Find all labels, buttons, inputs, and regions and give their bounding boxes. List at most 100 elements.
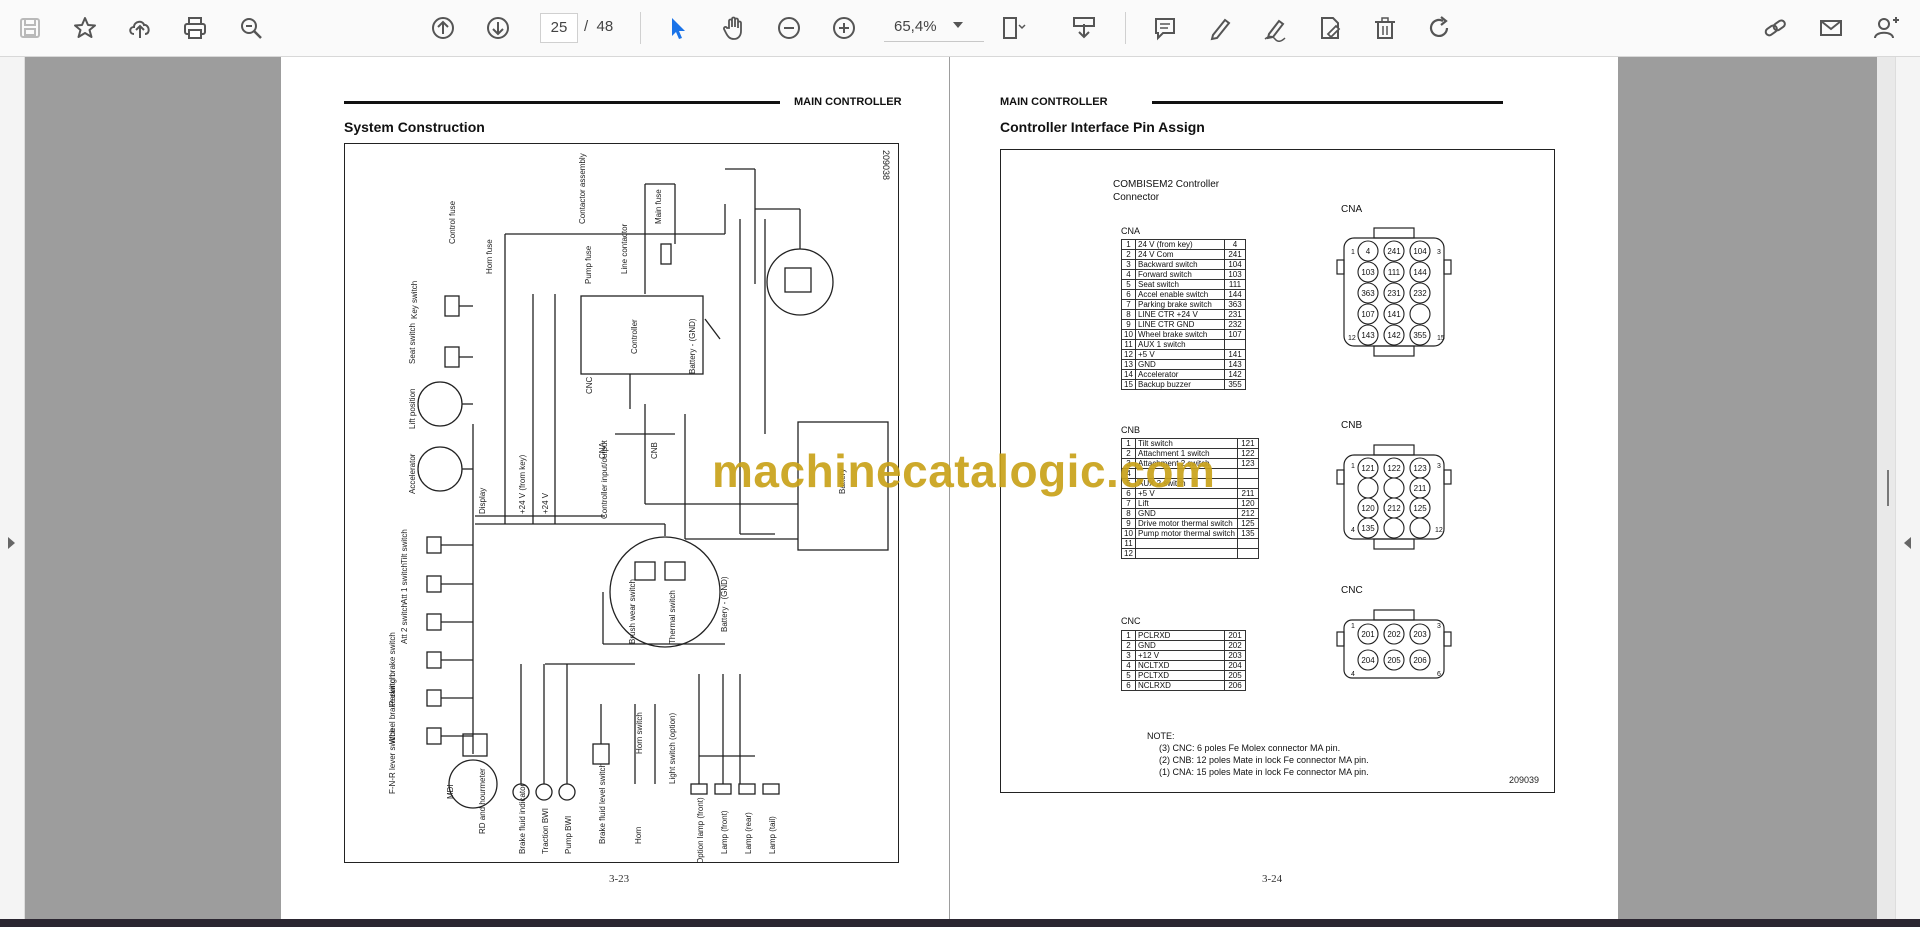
- download-tray-icon[interactable]: [1066, 10, 1102, 46]
- connector-corner-number: 3: [1437, 463, 1441, 470]
- wiring-schematic: Key switch Control fuse Horn fuse Contac…: [388, 153, 889, 862]
- bookmark-star-icon[interactable]: [67, 10, 103, 46]
- expand-right-panel-icon[interactable]: [1904, 537, 1911, 549]
- label-pump-bwi: Pump BWI: [564, 816, 573, 854]
- mail-icon[interactable]: [1813, 10, 1849, 46]
- fit-page-icon[interactable]: [995, 10, 1031, 46]
- hand-tool-icon[interactable]: [716, 10, 752, 46]
- cna-pin-label: 141: [1387, 310, 1401, 319]
- cnb-pin-label: 121: [1361, 464, 1375, 473]
- label-horn: Horn: [634, 827, 643, 844]
- label-rd-hourmeter: RD and hourmeter: [478, 768, 487, 834]
- edit-doc-icon[interactable]: [1312, 10, 1348, 46]
- label-att2-switch: Att 2 switch: [400, 603, 409, 644]
- label-light-switch: Light switch (option): [668, 713, 677, 784]
- connector-corner-number: 1: [1351, 623, 1355, 630]
- label-controller: Controller: [630, 319, 639, 354]
- toolbar: 25 / 48 65,4%: [0, 0, 1920, 57]
- label-battery-gnd-2: Battery - (GND): [720, 576, 729, 632]
- left-panel-rail[interactable]: [0, 57, 25, 919]
- connector-corner-number: 12: [1435, 527, 1443, 534]
- note-item: (2) CNB: 12 poles Mate in lock Fe connec…: [1159, 755, 1369, 765]
- cna-pin-label: 363: [1361, 289, 1375, 298]
- print-icon[interactable]: [177, 10, 213, 46]
- cnb-pin-label: 123: [1413, 464, 1427, 473]
- cna-pin-label: 4: [1366, 247, 1371, 256]
- connector-corner-number: 15: [1437, 335, 1445, 342]
- right-panel-rail[interactable]: [1895, 57, 1920, 919]
- label-cnb: CNB: [650, 442, 659, 459]
- connector-corner-number: 1: [1351, 463, 1355, 470]
- label-battery-gnd: Battery - (GND): [688, 318, 697, 374]
- next-page-icon[interactable]: [480, 10, 516, 46]
- cna-pin-label: 231: [1387, 289, 1401, 298]
- page-title: Controller Interface Pin Assign: [1000, 119, 1205, 135]
- share-link-icon[interactable]: [1757, 10, 1793, 46]
- label-lift-position: Lift position: [408, 389, 417, 429]
- page-total: 48: [596, 18, 614, 35]
- redo-icon[interactable]: [1422, 10, 1458, 46]
- label-brake-fluid-level-switch: Brake fluid level switch: [598, 763, 607, 844]
- watermark-text: machinecatalogic.com: [712, 445, 1216, 497]
- label-mdi: MDI: [446, 784, 455, 799]
- figure-number: 209039: [1509, 775, 1540, 785]
- cnb-pin-label: 120: [1361, 504, 1375, 513]
- connector-corner-number: 6: [1437, 671, 1441, 678]
- label-traction-bwi: Traction BWI: [541, 808, 550, 854]
- zoom-search-icon[interactable]: [233, 10, 269, 46]
- label-horn-switch: Horn switch: [635, 712, 644, 754]
- cnb-pin-label: 125: [1413, 504, 1427, 513]
- upload-cloud-icon[interactable]: [122, 10, 158, 46]
- connector-corner-number: 12: [1348, 335, 1356, 342]
- label-lamp-option-front: Option lamp (front): [696, 797, 705, 862]
- cna-pin-label: 104: [1413, 247, 1427, 256]
- taskbar-strip: [0, 919, 1920, 927]
- label-lamp-front: Lamp (front): [720, 810, 729, 854]
- expand-left-panel-icon[interactable]: [8, 537, 15, 549]
- connector-corner-number: 4: [1351, 527, 1355, 534]
- add-user-icon[interactable]: [1868, 10, 1904, 46]
- cnb-pin-label: 212: [1387, 504, 1401, 513]
- cnb-pin-label: 211: [1414, 484, 1427, 493]
- cnc-pin-label: 204: [1361, 656, 1375, 665]
- label-main-fuse: Main fuse: [654, 189, 663, 224]
- zoom-level-field[interactable]: 65,4%: [884, 13, 984, 42]
- zoom-out-icon[interactable]: [771, 10, 807, 46]
- label-accelerator: Accelerator: [408, 453, 417, 494]
- toolbar-divider: [1125, 12, 1126, 44]
- save-icon[interactable]: [12, 10, 48, 46]
- cnb-pin-label: 135: [1361, 524, 1375, 533]
- page-number: 3-24: [1262, 873, 1283, 885]
- cnc-pin-label: 203: [1413, 630, 1427, 639]
- cna-pin-label: 142: [1387, 331, 1401, 340]
- label-att1-switch: Att 1 switch: [400, 563, 409, 604]
- label-pump-fuse: Pump fuse: [584, 245, 593, 284]
- connector-corner-number: 4: [1351, 671, 1355, 678]
- zoom-in-icon[interactable]: [826, 10, 862, 46]
- page-number-input[interactable]: 25: [540, 13, 578, 43]
- notes-title: NOTE:: [1147, 731, 1175, 741]
- system-construction-diagram: 209038 Key switch Control fuse Horn fuse…: [344, 143, 899, 863]
- zoom-dropdown-caret-icon[interactable]: [953, 22, 963, 28]
- label-key-switch: Key switch: [410, 281, 419, 319]
- cna-pin-label: 241: [1387, 247, 1401, 256]
- label-fnr-lever-switch: F-N-R lever switch: [388, 728, 397, 794]
- label-display: Display: [478, 488, 487, 514]
- label-seat-switch: Seat switch: [408, 323, 417, 364]
- scrollbar-thumb[interactable]: [1887, 470, 1889, 506]
- highlight-pen-icon[interactable]: [1202, 10, 1238, 46]
- page-number: 3-23: [609, 873, 630, 885]
- header-rule: [344, 101, 780, 104]
- toolbar-divider: [640, 12, 641, 44]
- comment-icon[interactable]: [1147, 10, 1183, 46]
- sign-pen-icon[interactable]: [1257, 10, 1293, 46]
- connector-corner-number: 1: [1351, 249, 1355, 256]
- cna-pin-label: 103: [1361, 268, 1375, 277]
- select-cursor-icon[interactable]: [660, 10, 696, 46]
- label-tilt-switch: Tilt switch: [400, 529, 409, 564]
- connector-pin-hole: [1383, 477, 1405, 499]
- cnc-pin-label: 205: [1387, 656, 1401, 665]
- prev-page-icon[interactable]: [425, 10, 461, 46]
- delete-icon[interactable]: [1367, 10, 1403, 46]
- note-item: (3) CNC: 6 poles Fe Molex connector MA p…: [1159, 743, 1341, 753]
